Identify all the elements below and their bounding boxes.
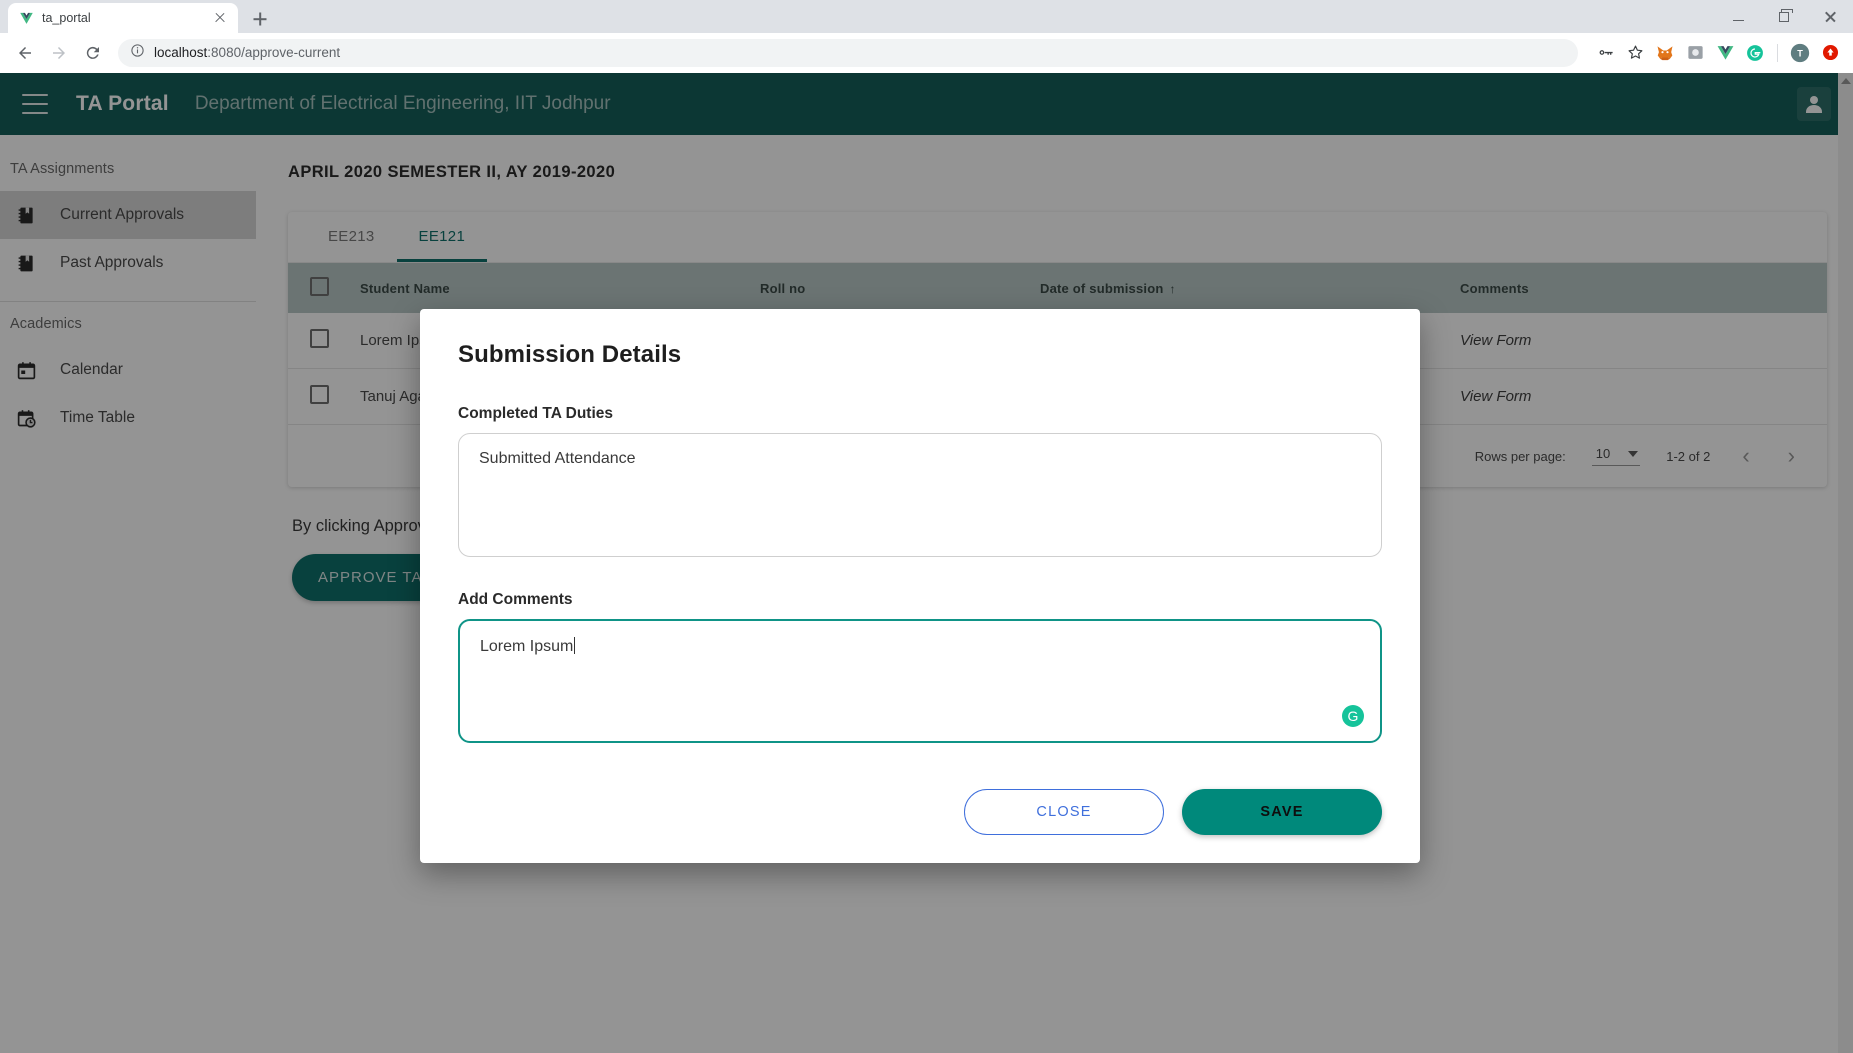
key-icon[interactable] <box>1592 40 1618 66</box>
close-window-button[interactable] <box>1807 0 1853 33</box>
url-host: localhost <box>154 45 208 60</box>
add-comments-value: Lorem Ipsum <box>480 638 574 655</box>
restore-button[interactable] <box>1761 0 1807 33</box>
close-button[interactable]: CLOSE <box>964 789 1164 835</box>
update-available-icon[interactable] <box>1817 40 1843 66</box>
profile-avatar-icon[interactable]: T <box>1787 40 1813 66</box>
add-comments-label: Add Comments <box>458 591 573 608</box>
address-bar[interactable]: localhost:8080/approve-current <box>118 38 1578 67</box>
browser-toolbar: localhost:8080/approve-current T <box>0 33 1853 73</box>
metamask-fox-icon[interactable] <box>1652 40 1678 66</box>
browser-window: ta_portal localhost:8080/approve-current <box>0 0 1853 1053</box>
submission-details-dialog: Submission Details Completed TA Duties S… <box>420 309 1420 863</box>
completed-duties-label: Completed TA Duties <box>458 405 614 422</box>
completed-duties-textarea[interactable]: Submitted Attendance <box>458 433 1382 557</box>
star-icon[interactable] <box>1622 40 1648 66</box>
tab-title: ta_portal <box>42 11 91 25</box>
page-viewport: TA Portal Department of Electrical Engin… <box>0 73 1853 1053</box>
vue-logo-icon <box>18 10 34 26</box>
grammarly-badge-icon[interactable]: G <box>1342 705 1364 727</box>
tab-close-icon[interactable] <box>212 10 228 26</box>
grayscale-extension-icon[interactable] <box>1682 40 1708 66</box>
vue-devtools-icon[interactable] <box>1712 40 1738 66</box>
reload-button[interactable] <box>78 38 108 68</box>
back-button[interactable] <box>10 38 40 68</box>
browser-tab[interactable]: ta_portal <box>8 3 238 33</box>
url-text: localhost:8080/approve-current <box>154 45 340 60</box>
forward-button[interactable] <box>44 38 74 68</box>
grammarly-icon[interactable] <box>1742 40 1768 66</box>
svg-text:T: T <box>1797 48 1803 58</box>
url-path: :8080/approve-current <box>207 45 341 60</box>
add-comments-textarea[interactable]: Lorem Ipsum G <box>458 619 1382 743</box>
minimize-button[interactable] <box>1715 0 1761 33</box>
site-info-icon[interactable] <box>130 43 145 63</box>
new-tab-button[interactable] <box>246 5 274 33</box>
extension-toolbar: T <box>1588 40 1843 66</box>
toolbar-divider <box>1777 43 1778 62</box>
dialog-title: Submission Details <box>458 341 682 368</box>
tab-strip: ta_portal <box>0 0 1853 33</box>
save-button[interactable]: SAVE <box>1182 789 1382 835</box>
dialog-actions: CLOSE SAVE <box>458 789 1382 835</box>
window-controls <box>1715 0 1853 33</box>
text-cursor <box>574 637 576 654</box>
